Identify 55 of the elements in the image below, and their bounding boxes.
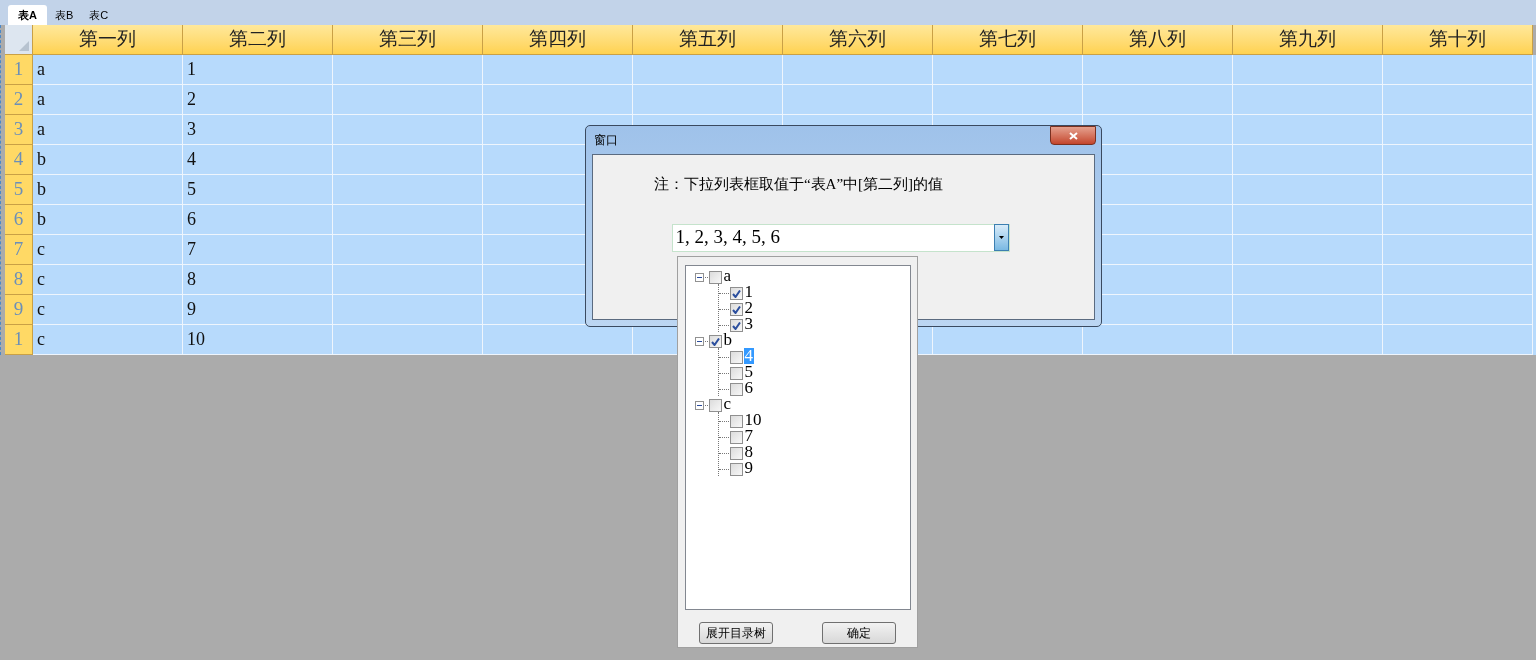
sheet-tab[interactable]: 表A xyxy=(8,5,47,25)
checkbox[interactable] xyxy=(729,415,743,428)
tree-item[interactable]: a xyxy=(722,268,733,284)
column-header[interactable]: 第五列 xyxy=(633,25,783,55)
collapse-toggle[interactable] xyxy=(694,273,704,282)
tree-item[interactable]: 9 xyxy=(743,460,754,476)
tree-item[interactable]: 8 xyxy=(743,444,754,460)
checkbox[interactable] xyxy=(729,319,743,332)
checkbox[interactable] xyxy=(708,271,722,284)
dropdown-field[interactable]: 1, 2, 3, 4, 5, 6 xyxy=(671,223,1010,252)
column-header[interactable]: 第九列 xyxy=(1233,25,1383,55)
select-all-corner[interactable] xyxy=(5,25,33,55)
triangle-icon xyxy=(19,41,29,51)
column-header[interactable]: 第七列 xyxy=(933,25,1083,55)
column-header[interactable]: 第八列 xyxy=(1083,25,1233,55)
collapse-toggle[interactable] xyxy=(694,337,704,346)
tree-item[interactable]: 7 xyxy=(743,428,754,444)
checkbox[interactable] xyxy=(729,463,743,476)
close-button[interactable] xyxy=(1050,126,1096,145)
tree-item[interactable]: 10 xyxy=(743,412,763,428)
sheet-tab[interactable]: 表B xyxy=(46,5,82,25)
collapse-toggle[interactable] xyxy=(694,401,704,410)
checkbox[interactable] xyxy=(708,399,722,412)
dropdown-arrow-button[interactable] xyxy=(993,224,1009,251)
tree-item[interactable]: 1 xyxy=(743,284,754,300)
tree-item[interactable]: 5 xyxy=(743,364,754,380)
checkbox[interactable] xyxy=(729,431,743,444)
tree-item[interactable]: 6 xyxy=(743,380,754,396)
tree-item[interactable]: 2 xyxy=(743,300,754,316)
checkmark-icon xyxy=(710,337,720,346)
checkbox[interactable] xyxy=(729,351,743,364)
column-header[interactable]: 第三列 xyxy=(333,25,483,55)
window-title: 窗口 xyxy=(593,132,618,149)
table-cell: 10 xyxy=(183,325,333,355)
note-text: 注：下拉列表框取值于“表A”中[第二列]的值 xyxy=(653,175,944,194)
checkbox[interactable] xyxy=(729,303,743,316)
checkbox[interactable] xyxy=(729,287,743,300)
tree-view[interactable]: a 1 2 3 b 4 5 6 c 10 7 8 9 xyxy=(684,265,911,610)
checkbox[interactable] xyxy=(708,335,722,348)
checkbox[interactable] xyxy=(729,367,743,380)
column-header[interactable]: 第二列 xyxy=(183,25,333,55)
checkbox[interactable] xyxy=(729,447,743,460)
sheet-tab[interactable]: 表C xyxy=(81,5,117,25)
column-header[interactable]: 第六列 xyxy=(783,25,933,55)
tree-item[interactable]: b xyxy=(722,332,733,348)
dialog-button[interactable]: 确定 xyxy=(822,622,896,644)
tree-item[interactable]: 3 xyxy=(743,316,754,332)
column-header[interactable]: 第四列 xyxy=(483,25,633,55)
column-header[interactable]: 第十列 xyxy=(1383,25,1533,55)
dialog-button[interactable]: 展开目录树 xyxy=(699,622,773,644)
tree-item[interactable]: c xyxy=(722,396,733,412)
table-cell: c xyxy=(33,325,183,355)
column-header[interactable]: 第一列 xyxy=(33,25,183,55)
checkbox[interactable] xyxy=(729,383,743,396)
close-icon xyxy=(1068,131,1078,140)
